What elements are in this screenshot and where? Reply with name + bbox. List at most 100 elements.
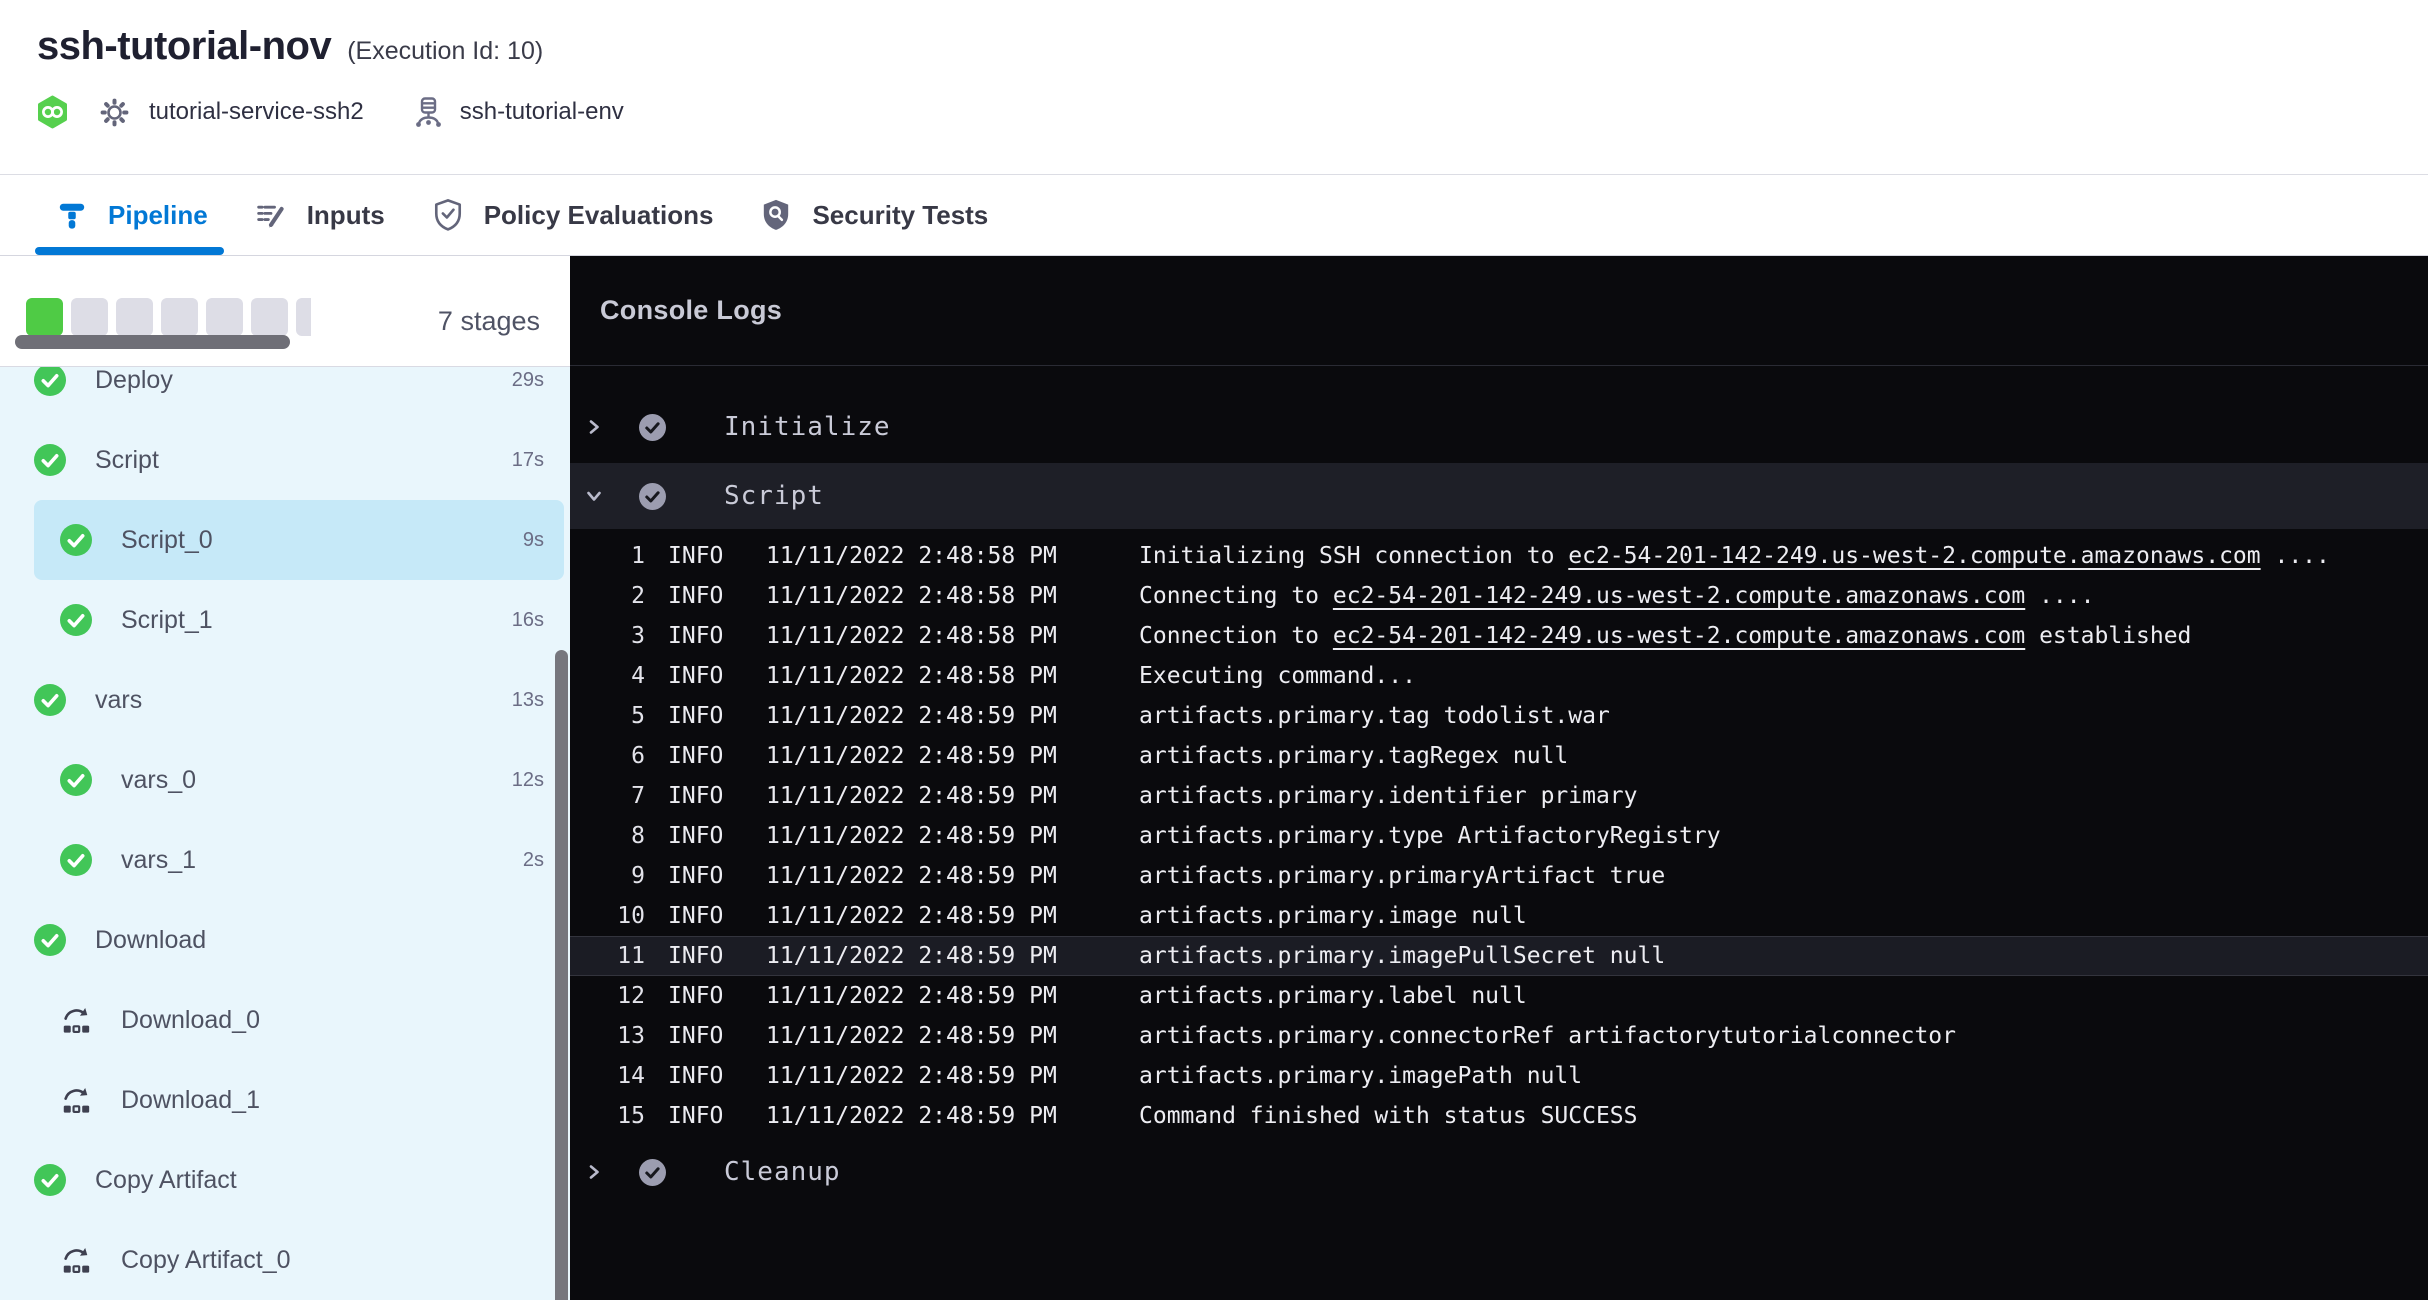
environment-name[interactable]: ssh-tutorial-env bbox=[460, 98, 624, 126]
success-check-icon bbox=[60, 764, 92, 796]
log-message: Connecting to ec2-54-201-142-249.us-west… bbox=[1139, 576, 2094, 616]
stage-progress-header: 7 stages bbox=[0, 256, 570, 367]
stage-label: Download_0 bbox=[121, 1006, 260, 1035]
execution-tab-bar: Pipeline Inputs Policy Evaluations Secur… bbox=[0, 174, 2428, 256]
log-timestamp: 11/11/2022 2:48:59 PM bbox=[766, 976, 1139, 1016]
service-name[interactable]: tutorial-service-ssh2 bbox=[149, 98, 364, 126]
tab-inputs[interactable]: Inputs bbox=[256, 175, 385, 255]
log-line-number: 14 bbox=[570, 1056, 645, 1096]
section-label: Script bbox=[724, 481, 824, 511]
log-line-7: 7INFO11/11/2022 2:48:59 PMartifacts.prim… bbox=[570, 776, 2428, 816]
log-section-initialize[interactable]: Initialize bbox=[570, 394, 2428, 460]
stage-row-copy-artifact-0[interactable]: Copy Artifact_0 bbox=[34, 1220, 564, 1300]
log-timestamp: 11/11/2022 2:48:58 PM bbox=[766, 576, 1139, 616]
log-line-number: 15 bbox=[570, 1096, 645, 1136]
log-section-script[interactable]: Script bbox=[570, 463, 2428, 529]
chevron-right-icon[interactable] bbox=[585, 1163, 603, 1181]
progress-segment-1 bbox=[26, 298, 63, 336]
log-message: Command finished with status SUCCESS bbox=[1139, 1096, 1638, 1136]
log-section-cleanup[interactable]: Cleanup bbox=[570, 1139, 2428, 1205]
rollback-steps-icon bbox=[60, 1004, 92, 1036]
chevron-right-icon[interactable] bbox=[585, 418, 603, 436]
section-label: Cleanup bbox=[724, 1157, 841, 1187]
log-message: artifacts.primary.imagePath null bbox=[1139, 1056, 1582, 1096]
log-timestamp: 11/11/2022 2:48:59 PM bbox=[766, 1096, 1139, 1136]
log-timestamp: 11/11/2022 2:48:59 PM bbox=[766, 1056, 1139, 1096]
success-check-icon bbox=[60, 604, 92, 636]
log-level: INFO bbox=[668, 816, 766, 856]
log-line-number: 11 bbox=[570, 936, 645, 976]
log-level: INFO bbox=[668, 616, 766, 656]
stage-row-vars-0[interactable]: vars_0 12s bbox=[34, 740, 564, 820]
chevron-down-icon[interactable] bbox=[585, 487, 603, 505]
stage-duration: 12s bbox=[512, 769, 544, 792]
stage-label: Copy Artifact_0 bbox=[121, 1246, 291, 1275]
log-line-15: 15 INFO11/11/2022 2:48:59 PMCommand finis… bbox=[570, 1096, 2428, 1136]
stage-label: vars_0 bbox=[121, 766, 196, 795]
section-success-check-icon bbox=[639, 483, 666, 510]
log-message: artifacts.primary.primaryArtifact true bbox=[1139, 856, 1665, 896]
tab-pipeline[interactable]: Pipeline bbox=[57, 175, 208, 255]
log-line-number: 7 bbox=[570, 776, 645, 816]
stage-list-scrollbar[interactable] bbox=[555, 650, 568, 1300]
execution-header: ssh-tutorial-nov (Execution Id: 10) tuto… bbox=[0, 0, 2428, 174]
stage-row-deploy[interactable]: Deploy29s bbox=[34, 367, 564, 420]
stage-row-download-1[interactable]: Download_1 bbox=[34, 1060, 564, 1140]
tab-policy-evaluations[interactable]: Policy Evaluations bbox=[433, 175, 714, 255]
stage-label: vars bbox=[95, 686, 142, 715]
log-line-number: 10 bbox=[570, 896, 645, 936]
stage-row-vars[interactable]: vars13s bbox=[34, 660, 564, 740]
log-message: Connection to ec2-54-201-142-249.us-west… bbox=[1139, 616, 2191, 656]
log-timestamp: 11/11/2022 2:48:59 PM bbox=[766, 936, 1139, 976]
stage-duration: 16s bbox=[512, 609, 544, 632]
section-label: Initialize bbox=[724, 412, 891, 442]
log-message: artifacts.primary.label null bbox=[1139, 976, 1527, 1016]
tab-security-tests[interactable]: Security Tests bbox=[761, 175, 988, 255]
success-check-icon bbox=[34, 924, 66, 956]
rollback-steps-icon bbox=[60, 1244, 92, 1276]
policy-shield-check-icon bbox=[433, 200, 463, 230]
stage-label: Download_1 bbox=[121, 1086, 260, 1115]
success-check-icon bbox=[60, 844, 92, 876]
log-host-link[interactable]: ec2-54-201-142-249.us-west-2.compute.ama… bbox=[1333, 583, 2025, 609]
stage-row-vars-1[interactable]: vars_12s bbox=[34, 820, 564, 900]
stage-label: vars_1 bbox=[121, 846, 196, 875]
log-line-number: 8 bbox=[570, 816, 645, 856]
stage-duration: 9s bbox=[523, 529, 544, 552]
log-timestamp: 11/11/2022 2:48:58 PM bbox=[766, 656, 1139, 696]
log-host-link[interactable]: ec2-54-201-142-249.us-west-2.compute.ama… bbox=[1568, 543, 2260, 569]
stage-row-script-0[interactable]: Script_09s bbox=[34, 500, 564, 580]
stage-label: Script bbox=[95, 446, 159, 475]
log-line-8: 8 INFO11/11/2022 2:48:59 PMartifacts.prim… bbox=[570, 816, 2428, 856]
log-line-number: 13 bbox=[570, 1016, 645, 1056]
stage-row-copy-artifact[interactable]: Copy Artifact bbox=[34, 1140, 564, 1220]
console-panel: Console Logs InitializeScript1INFO11/11/… bbox=[570, 256, 2428, 1300]
log-message: artifacts.primary.type ArtifactoryRegist… bbox=[1139, 816, 1721, 856]
progress-segment-3 bbox=[116, 298, 153, 336]
log-message: Executing command... bbox=[1139, 656, 1416, 696]
stage-list: Deploy29sScript17sScript_09sScript_116sv… bbox=[0, 367, 570, 1300]
progress-scrollbar[interactable] bbox=[15, 335, 290, 349]
log-level: INFO bbox=[668, 1016, 766, 1056]
log-message: artifacts.primary.connectorRef artifacto… bbox=[1139, 1016, 1956, 1056]
section-success-check-icon bbox=[639, 414, 666, 441]
log-line-5: 5INFO11/11/2022 2:48:59 PMartifacts.prim… bbox=[570, 696, 2428, 736]
stage-row-script[interactable]: Script17s bbox=[34, 420, 564, 500]
log-line-10: 10INFO11/11/2022 2:48:59 PMartifacts.pri… bbox=[570, 896, 2428, 936]
log-message: Initializing SSH connection to ec2-54-20… bbox=[1139, 536, 2330, 576]
meta-row: tutorial-service-ssh2 ssh-tutorial-env bbox=[37, 95, 2428, 129]
log-timestamp: 11/11/2022 2:48:59 PM bbox=[766, 1016, 1139, 1056]
progress-segment-4 bbox=[161, 298, 198, 336]
log-message: artifacts.primary.tag todolist.war bbox=[1139, 696, 1610, 736]
log-line-12: 12INFO11/11/2022 2:48:59 PMartifacts.pri… bbox=[570, 976, 2428, 1016]
tab-security-tests-label: Security Tests bbox=[812, 200, 988, 231]
log-level: INFO bbox=[668, 1096, 766, 1136]
progress-segment-5 bbox=[206, 298, 243, 336]
stage-row-script-1[interactable]: Script_116s bbox=[34, 580, 564, 660]
log-host-link[interactable]: ec2-54-201-142-249.us-west-2.compute.ama… bbox=[1333, 623, 2025, 649]
log-line-number: 4 bbox=[570, 656, 645, 696]
success-check-icon bbox=[60, 524, 92, 556]
log-timestamp: 11/11/2022 2:48:59 PM bbox=[766, 816, 1139, 856]
stage-row-download[interactable]: Download bbox=[34, 900, 564, 980]
stage-row-download-0[interactable]: Download_0 bbox=[34, 980, 564, 1060]
